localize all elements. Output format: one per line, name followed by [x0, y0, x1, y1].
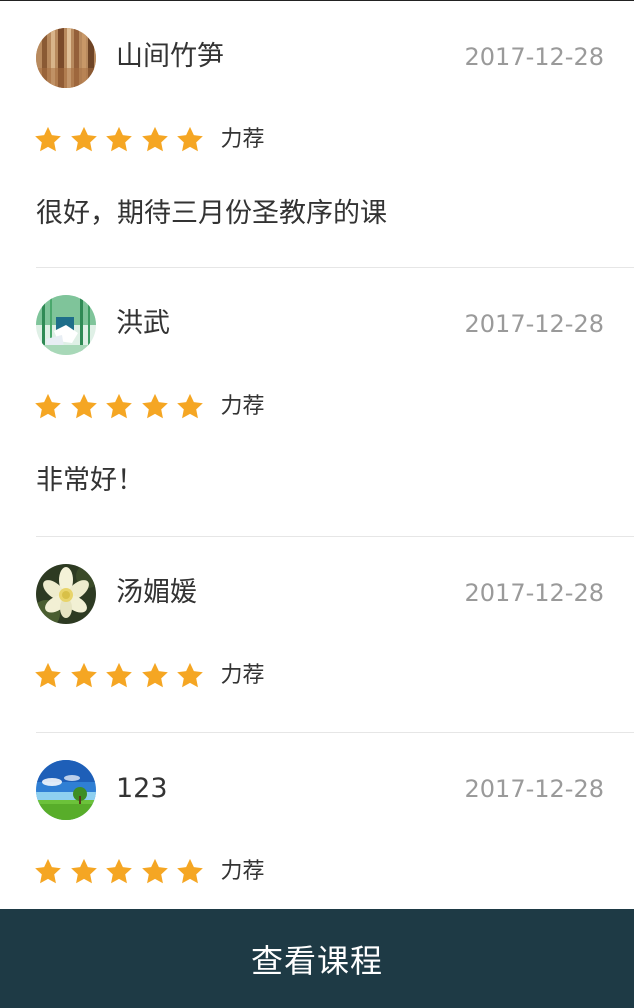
username: 汤媚媛 — [116, 577, 197, 608]
star-rating: 力荐 — [33, 854, 265, 890]
star-rating: 力荐 — [33, 389, 265, 425]
star-rating: 力荐 — [33, 122, 265, 158]
star-icon — [69, 857, 99, 887]
review-date: 2017-12-28 — [464, 775, 604, 803]
avatar[interactable] — [36, 295, 96, 355]
bamboo-forest-avatar-image — [36, 28, 96, 88]
review-item: 123 2017-12-28 力荐 — [0, 733, 634, 923]
star-icon — [104, 661, 134, 691]
view-course-label: 查看课程 — [250, 941, 383, 980]
view-course-button[interactable]: 查看课程 — [0, 909, 634, 1008]
review-list: 山间竹笋 2017-12-28 力荐 很好，期待三月份圣教序的课 洪武 2017… — [0, 1, 634, 923]
star-icon — [175, 661, 205, 691]
star-icon — [33, 857, 63, 887]
review-comment: 很好，期待三月份圣教序的课 — [36, 198, 387, 229]
review-date: 2017-12-28 — [464, 310, 604, 338]
star-icon — [69, 125, 99, 155]
lotus-flower-avatar-image — [36, 564, 96, 624]
avatar[interactable] — [36, 564, 96, 624]
username: 123 — [116, 773, 168, 804]
avatar[interactable] — [36, 28, 96, 88]
username: 山间竹笋 — [116, 41, 224, 72]
star-icon — [140, 392, 170, 422]
avatar[interactable] — [36, 760, 96, 820]
rating-label: 力荐 — [220, 859, 265, 884]
review-item: 山间竹笋 2017-12-28 力荐 很好，期待三月份圣教序的课 — [0, 1, 634, 268]
landscape-avatar-image — [36, 760, 96, 820]
star-icon — [69, 392, 99, 422]
username: 洪武 — [116, 308, 170, 339]
rating-label: 力荐 — [220, 663, 265, 688]
star-icon — [104, 392, 134, 422]
star-rating: 力荐 — [33, 658, 265, 694]
rating-label: 力荐 — [220, 394, 265, 419]
review-comment: 非常好！ — [36, 465, 144, 496]
star-icon — [175, 125, 205, 155]
review-date: 2017-12-28 — [464, 43, 604, 71]
star-icon — [175, 857, 205, 887]
star-icon — [104, 857, 134, 887]
review-date: 2017-12-28 — [464, 579, 604, 607]
star-icon — [104, 125, 134, 155]
bamboo-painting-avatar-image — [36, 295, 96, 355]
star-icon — [33, 392, 63, 422]
star-icon — [140, 125, 170, 155]
star-icon — [33, 125, 63, 155]
star-icon — [69, 661, 99, 691]
star-icon — [140, 857, 170, 887]
review-item: 汤媚媛 2017-12-28 力荐 — [0, 537, 634, 733]
review-item: 洪武 2017-12-28 力荐 非常好！ — [0, 268, 634, 537]
rating-label: 力荐 — [220, 127, 265, 152]
star-icon — [140, 661, 170, 691]
star-icon — [33, 661, 63, 691]
star-icon — [175, 392, 205, 422]
